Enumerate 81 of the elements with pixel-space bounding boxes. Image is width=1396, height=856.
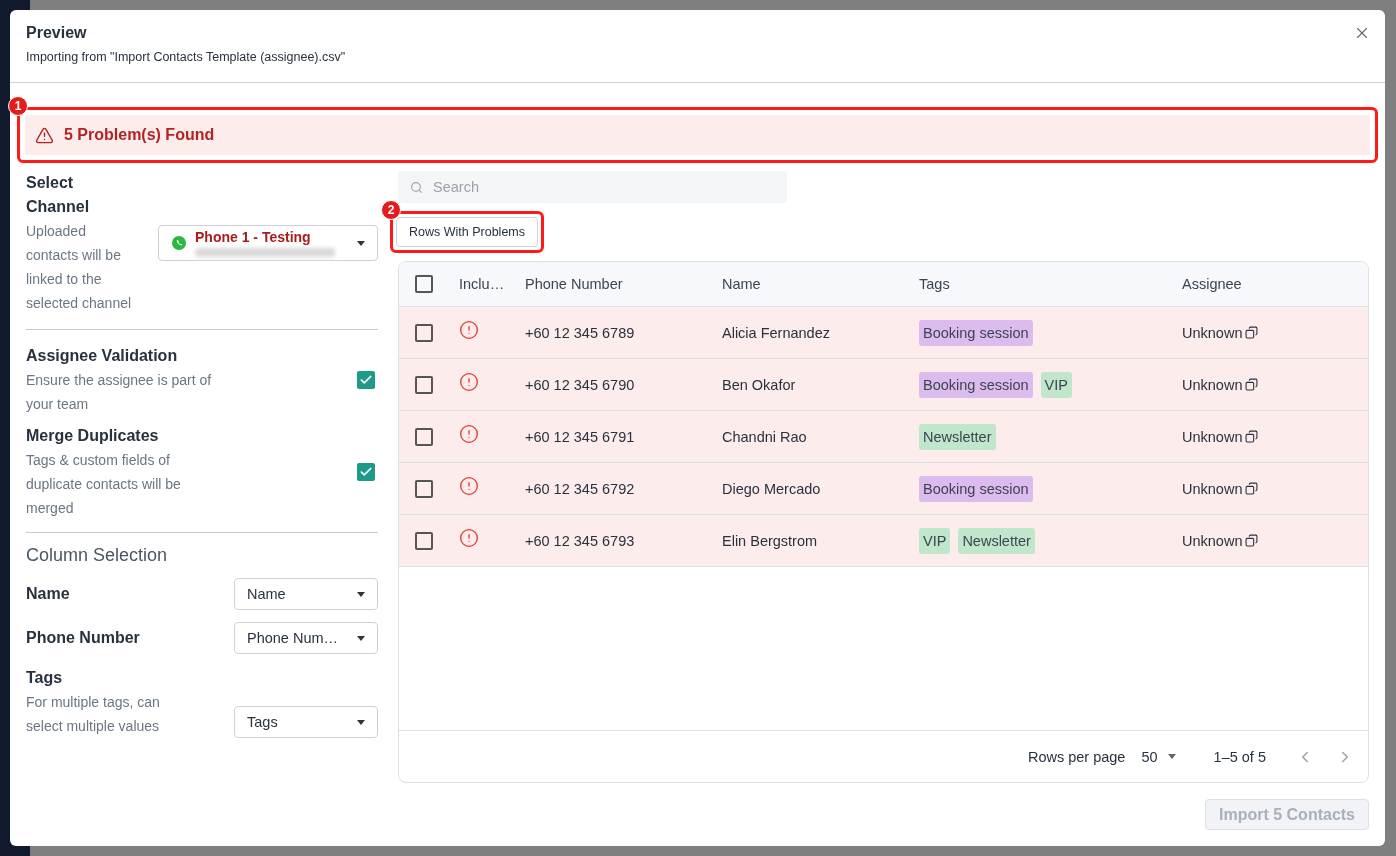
dialog-subtitle: Importing from "Import Contacts Template (assignee).csv" [26,50,347,64]
checkbox[interactable] [415,375,433,394]
field-label: Tags [26,668,64,688]
table-cell-text: +60 12 345 6789 [525,324,636,341]
alert-text: 5 Problem(s) Found [64,126,215,144]
channel-select[interactable]: Phone 1 - Testing [158,225,378,261]
alert-icon [459,475,479,496]
table-cell-text: Chandni Rao [722,428,808,445]
checkbox[interactable] [357,463,375,481]
alert-icon [459,371,479,392]
channel-name: Phone 1 - Testing [195,229,312,245]
search-icon [410,180,423,194]
field-description: For multiple tags, can select multiple values [26,693,161,736]
tag: VIP [1040,371,1072,398]
table-cell: Unknown [1182,480,1243,497]
check-icon [359,465,373,479]
checkbox[interactable] [415,427,433,446]
column-select[interactable]: Tags [234,706,378,738]
filter-button[interactable]: Rows With Problems [396,217,538,247]
field-label: Phone Number [26,628,140,648]
column-header[interactable]: Tags [919,276,1182,292]
checkbox[interactable] [357,371,375,389]
alert-icon [459,527,479,548]
rows-per-page-label: Rows per page [1027,748,1126,765]
section-title: Select Channel [26,173,91,217]
table-row[interactable]: +60 12 345 6791 Chandni Rao Newsletter Unknown [399,411,1368,463]
option-title: Merge Duplicates [26,426,160,446]
table-cell-text: +60 12 345 6793 [525,532,636,549]
alert-icon [459,423,479,444]
field-label: Name [26,584,70,604]
caret-icon [357,240,365,246]
copy-icon[interactable] [1245,430,1259,443]
rows-per-page-select[interactable]: 50 [1141,748,1176,765]
tag: Booking session [919,371,1033,398]
chat-icon [171,235,187,251]
table-row[interactable]: +60 12 345 6790 Ben Okafor Booking session VIP Unknown [399,359,1368,411]
copy-icon[interactable] [1245,378,1259,391]
section-description: Uploaded contacts will be linked to the selected channel [26,222,133,313]
column-header[interactable]: Inclu… [459,276,525,292]
column-header[interactable]: Phone Number [525,276,722,292]
tag: Newsletter [919,423,996,450]
table-cell-text: Diego Mercado [722,480,822,497]
table-cell-text: Ben Okafor [722,376,797,393]
tag: VIP [919,527,951,554]
table-cell-text: +60 12 345 6791 [525,428,636,445]
copy-icon[interactable] [1245,534,1259,547]
checkbox[interactable] [415,479,433,498]
column-header[interactable]: Assignee [1182,276,1368,292]
check-icon [359,373,373,387]
tag: Newsletter [958,527,1035,554]
checkbox[interactable] [415,531,433,550]
table-row[interactable]: +60 12 345 6789 Alicia Fernandez Booking session Unknown [399,307,1368,359]
checkbox[interactable] [415,275,433,293]
annotation-number: 2 [381,200,401,220]
column-select[interactable]: Name [234,578,378,610]
tag: Booking session [919,475,1033,502]
copy-icon[interactable] [1245,482,1259,495]
table-cell: Unknown [1182,532,1243,549]
option-description: Tags & custom fields of duplicate contacts will be merged [26,451,182,518]
copy-icon[interactable] [1245,326,1259,339]
table-row[interactable]: +60 12 345 6792 Diego Mercado Booking session Unknown [399,463,1368,515]
section-title: Column Selection [26,545,169,566]
option-description: Ensure the assignee is part of your team [26,371,213,414]
table-cell-text: +60 12 345 6790 [525,376,636,393]
alert-icon [459,319,479,340]
warning-icon [35,125,54,145]
page-range: 1–5 of 5 [1213,748,1266,765]
tag: Booking session [919,319,1033,346]
table-cell-text: Elin Bergstrom [722,532,819,549]
table-cell-text: Alicia Fernandez [722,324,831,341]
option-title: Assignee Validation [26,346,179,366]
table-cell: Unknown [1182,376,1243,393]
table-cell: Unknown [1182,428,1243,445]
table-row[interactable]: +60 12 345 6793 Elin Bergstrom VIP Newsletter Unknown [399,515,1368,567]
checkbox[interactable] [415,323,433,342]
dialog-title: Preview [26,24,87,42]
annotation-number: 1 [8,96,28,116]
table-cell: Unknown [1182,324,1243,341]
column-select[interactable]: Phone Num… [234,622,378,654]
table-cell-text: +60 12 345 6792 [525,480,636,497]
column-header[interactable]: Name [722,276,919,292]
